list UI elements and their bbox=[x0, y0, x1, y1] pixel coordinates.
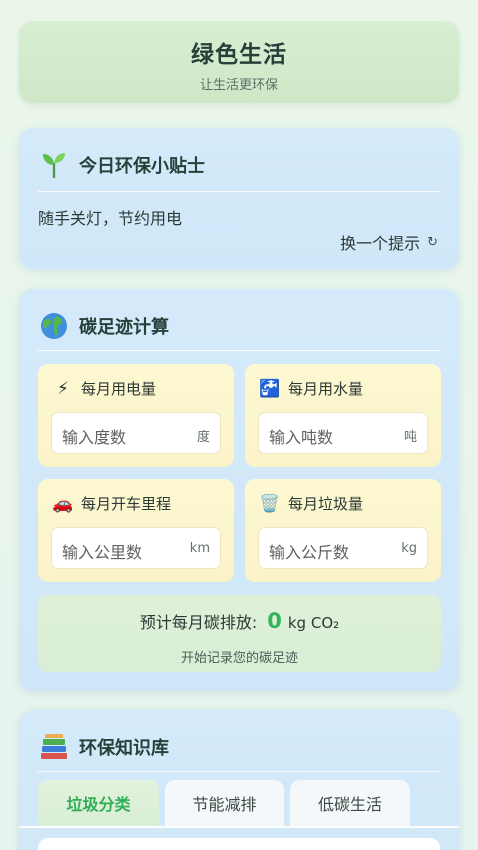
water-input[interactable]: 输入吨数 吨 bbox=[258, 412, 428, 454]
tab-underline bbox=[19, 826, 459, 828]
knowledge-tabs: 垃圾分类 节能减排 低碳生活 bbox=[38, 780, 416, 826]
knowledge-card-header: 环保知识库 bbox=[38, 732, 169, 762]
garbage-label: 每月垃圾量 bbox=[288, 495, 364, 513]
carbon-footprint-card: 碳足迹计算 ⚡ 每月用电量 输入度数 度 🚰 每月用水量 输入吨数 吨 🚗 每月… bbox=[19, 289, 459, 691]
app-subtitle: 让生活更环保 bbox=[199, 78, 278, 93]
water-label: 每月用水量 bbox=[288, 380, 364, 398]
garbage-input[interactable]: 输入公斤数 kg bbox=[258, 527, 428, 569]
tip-text: 随手关灯，节约用电 bbox=[38, 209, 183, 228]
tip-card-title: 今日环保小贴士 bbox=[79, 156, 205, 177]
knowledge-content-panel bbox=[38, 838, 440, 850]
tab-garbage-sorting[interactable]: 垃圾分类 bbox=[38, 780, 159, 826]
app-title: 绿色生活 bbox=[191, 42, 287, 68]
books-icon bbox=[38, 732, 70, 762]
tip-card-header: 今日环保小贴士 bbox=[38, 150, 205, 180]
electricity-label: 每月用电量 bbox=[81, 380, 157, 398]
carbon-estimate-panel: 预计每月碳排放: 0 kg CO₂ 开始记录您的碳足迹 bbox=[38, 595, 441, 672]
water-input-group: 🚰 每月用水量 输入吨数 吨 bbox=[245, 364, 441, 467]
daily-tip-card: 今日环保小贴士 随手关灯，节约用电 换一个提示 ↻ bbox=[19, 128, 459, 269]
garbage-unit: kg bbox=[401, 541, 417, 556]
estimate-label: 预计每月碳排放: bbox=[139, 613, 258, 632]
electricity-input[interactable]: 输入度数 度 bbox=[51, 412, 221, 454]
knowledge-card-title: 环保知识库 bbox=[79, 738, 169, 759]
driving-input-group: 🚗 每月开车里程 输入公里数 km bbox=[38, 479, 234, 582]
carbon-card-title: 碳足迹计算 bbox=[79, 317, 169, 338]
app-header: 绿色生活 让生活更环保 bbox=[19, 21, 459, 103]
trash-can-icon: 🗑️ bbox=[259, 493, 281, 514]
electricity-placeholder: 输入度数 bbox=[62, 428, 127, 447]
tip-divider bbox=[38, 191, 440, 192]
globe-icon bbox=[38, 311, 70, 341]
driving-unit: km bbox=[189, 541, 210, 556]
driving-placeholder: 输入公里数 bbox=[62, 543, 143, 562]
garbage-input-group: 🗑️ 每月垃圾量 输入公斤数 kg bbox=[245, 479, 441, 582]
estimate-value: 0 bbox=[267, 609, 282, 633]
tab-energy-saving[interactable]: 节能减排 bbox=[165, 780, 284, 826]
estimate-hint: 开始记录您的碳足迹 bbox=[180, 651, 298, 666]
next-tip-label: 换一个提示 bbox=[340, 234, 421, 253]
driving-input[interactable]: 输入公里数 km bbox=[51, 527, 221, 569]
car-icon: 🚗 bbox=[52, 493, 74, 514]
water-unit: 吨 bbox=[403, 430, 417, 445]
seedling-icon bbox=[38, 150, 70, 180]
estimate-unit: kg CO₂ bbox=[287, 614, 340, 632]
carbon-divider bbox=[38, 350, 440, 351]
water-placeholder: 输入吨数 bbox=[269, 428, 334, 447]
electricity-unit: 度 bbox=[196, 430, 210, 445]
tab-low-carbon[interactable]: 低碳生活 bbox=[290, 780, 410, 826]
carbon-card-header: 碳足迹计算 bbox=[38, 311, 169, 341]
water-faucet-icon: 🚰 bbox=[259, 378, 281, 399]
knowledge-base-card: 环保知识库 垃圾分类 节能减排 低碳生活 bbox=[19, 710, 459, 850]
electricity-input-group: ⚡ 每月用电量 输入度数 度 bbox=[38, 364, 234, 467]
refresh-icon: ↻ bbox=[427, 234, 438, 250]
garbage-placeholder: 输入公斤数 bbox=[269, 543, 350, 562]
driving-label: 每月开车里程 bbox=[81, 495, 172, 513]
next-tip-button[interactable]: 换一个提示 ↻ bbox=[340, 230, 438, 254]
lightning-icon: ⚡ bbox=[57, 378, 69, 399]
knowledge-divider bbox=[38, 771, 440, 772]
